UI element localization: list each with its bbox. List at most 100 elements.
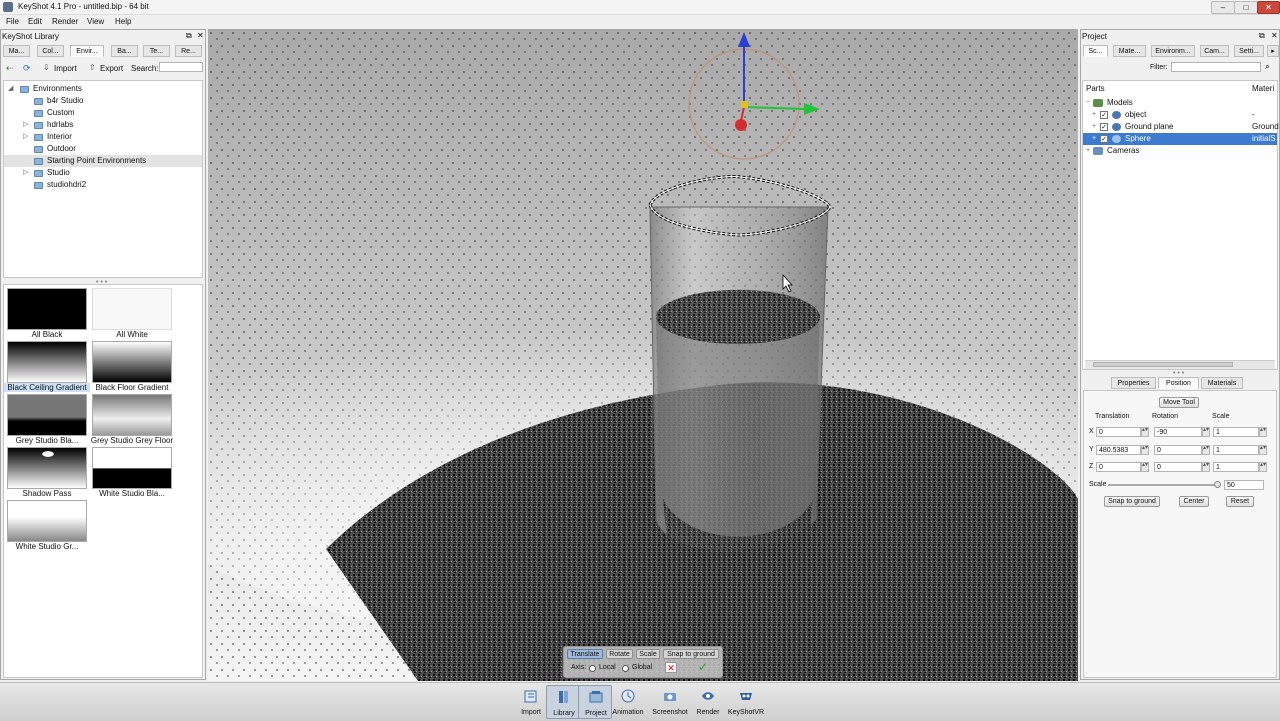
thumb-white-studio-grey[interactable]: [7, 500, 87, 542]
snap-to-ground-overlay-button[interactable]: Snap to ground: [663, 649, 719, 659]
thumb-all-white[interactable]: [92, 288, 172, 330]
tree-item-ground-plane[interactable]: + ✓ Ground plane Ground: [1083, 121, 1279, 133]
scale-x-spinner[interactable]: ▴▾: [1259, 427, 1267, 437]
menu-render[interactable]: Render: [52, 17, 78, 26]
tab-environments[interactable]: Envir...: [70, 45, 104, 57]
tab-properties[interactable]: Properties: [1111, 377, 1156, 389]
render-tool-button[interactable]: Render: [691, 685, 725, 719]
tree-item-object[interactable]: + ✓ object -: [1083, 109, 1277, 121]
snap-to-ground-button[interactable]: Snap to ground: [1104, 496, 1160, 507]
scale-z-input[interactable]: 1: [1213, 462, 1259, 472]
translation-x-input[interactable]: 0: [1096, 427, 1141, 437]
tree-item-b4r-studio[interactable]: b4r Studio: [4, 95, 202, 107]
confirm-check-icon[interactable]: ✓: [698, 661, 708, 673]
thumb-grey-studio-black[interactable]: [7, 394, 87, 436]
tree-item-interior[interactable]: ▷ Interior: [4, 131, 202, 143]
keyshotvr-tool-button[interactable]: KeyShotVR: [728, 685, 764, 719]
thumb-black-ceiling-gradient[interactable]: [7, 341, 87, 383]
tab-materials-sub[interactable]: Materials: [1201, 377, 1243, 389]
tab-scene[interactable]: Sc...: [1083, 45, 1108, 57]
thumb-white-studio-black[interactable]: [92, 447, 172, 489]
tree-item-cameras[interactable]: + Cameras: [1083, 145, 1277, 157]
cancel-icon[interactable]: ✕: [665, 662, 677, 673]
expand-icon[interactable]: ▷: [23, 119, 28, 131]
uniform-scale-input[interactable]: 50: [1224, 480, 1264, 490]
translation-z-spinner[interactable]: ▴▾: [1141, 462, 1149, 472]
tree-item-custom[interactable]: Custom: [4, 107, 202, 119]
splitter-handle[interactable]: • • •: [1173, 370, 1184, 377]
visibility-checkbox[interactable]: ✓: [1100, 111, 1108, 119]
rotation-z-spinner[interactable]: ▴▾: [1202, 462, 1210, 472]
expand-icon[interactable]: +: [1092, 133, 1096, 145]
tab-material[interactable]: Mate...: [1113, 45, 1146, 57]
float-icon[interactable]: ⧉: [186, 31, 192, 41]
tab-environment[interactable]: Environm...: [1151, 45, 1195, 57]
thumb-grey-studio-grey-floor[interactable]: [92, 394, 172, 436]
rotation-y-input[interactable]: 0: [1154, 445, 1202, 455]
tab-renderings[interactable]: Re...: [175, 45, 202, 57]
screenshot-tool-button[interactable]: Screenshot: [652, 685, 688, 719]
slider-handle[interactable]: [1214, 481, 1221, 488]
float-icon[interactable]: ⧉: [1259, 31, 1265, 41]
add-folder-icon[interactable]: ⇠: [6, 63, 16, 73]
scrollbar-thumb[interactable]: [1093, 362, 1233, 367]
tab-colors[interactable]: Col...: [37, 45, 64, 57]
tab-scroll-right[interactable]: ▸: [1267, 45, 1279, 57]
collapse-icon[interactable]: ◢: [8, 83, 13, 95]
rotation-x-spinner[interactable]: ▴▾: [1202, 427, 1210, 437]
expand-icon[interactable]: +: [1092, 109, 1096, 121]
tree-item-models[interactable]: − Models: [1083, 97, 1277, 109]
tab-backplates[interactable]: Ba...: [111, 45, 138, 57]
filter-input[interactable]: [1171, 62, 1261, 72]
rotate-button[interactable]: Rotate: [606, 649, 633, 659]
maximize-button[interactable]: □: [1234, 1, 1258, 14]
scale-x-input[interactable]: 1: [1213, 427, 1259, 437]
refresh-icon[interactable]: ⟳: [23, 63, 33, 73]
scale-y-spinner[interactable]: ▴▾: [1259, 445, 1267, 455]
reset-button[interactable]: Reset: [1226, 496, 1254, 507]
expand-icon[interactable]: +: [1086, 145, 1090, 157]
z-axis-handle-icon[interactable]: [735, 119, 747, 131]
animation-tool-button[interactable]: Animation: [611, 685, 645, 719]
tab-textures[interactable]: Te...: [143, 45, 170, 57]
close-panel-icon[interactable]: ✕: [197, 31, 204, 40]
uniform-scale-slider[interactable]: [1108, 484, 1216, 486]
menu-file[interactable]: File: [6, 17, 19, 26]
render-viewport[interactable]: [208, 29, 1078, 681]
tree-item-outdoor[interactable]: Outdoor: [4, 143, 202, 155]
translation-x-spinner[interactable]: ▴▾: [1141, 427, 1149, 437]
rotation-z-input[interactable]: 0: [1154, 462, 1202, 472]
menu-view[interactable]: View: [87, 17, 104, 26]
tab-materials[interactable]: Ma...: [3, 45, 30, 57]
collapse-icon[interactable]: −: [1086, 97, 1090, 109]
local-radio[interactable]: [589, 665, 596, 672]
center-button[interactable]: Center: [1179, 496, 1209, 507]
visibility-checkbox[interactable]: ✓: [1100, 123, 1108, 131]
tree-item-studio[interactable]: ▷ Studio: [4, 167, 202, 179]
tree-item-environments[interactable]: ◢ Environments: [4, 83, 202, 95]
scale-button[interactable]: Scale: [636, 649, 660, 659]
menu-help[interactable]: Help: [115, 17, 131, 26]
tree-item-hdrlabs[interactable]: ▷ hdrlabs: [4, 119, 202, 131]
search-input[interactable]: [159, 62, 203, 72]
export-button[interactable]: Export: [100, 64, 123, 73]
scale-z-spinner[interactable]: ▴▾: [1259, 462, 1267, 472]
tab-camera[interactable]: Cam...: [1200, 45, 1229, 57]
scale-y-input[interactable]: 1: [1213, 445, 1259, 455]
search-icon[interactable]: ⌕: [1265, 61, 1270, 72]
tab-settings[interactable]: Setti...: [1234, 45, 1264, 57]
import-button[interactable]: Import: [54, 64, 77, 73]
minimize-button[interactable]: –: [1211, 1, 1235, 14]
thumb-black-floor-gradient[interactable]: [92, 341, 172, 383]
thumb-all-black[interactable]: [7, 288, 87, 330]
menu-edit[interactable]: Edit: [28, 17, 42, 26]
move-tool-button[interactable]: Move Tool: [1159, 397, 1199, 408]
translation-z-input[interactable]: 0: [1096, 462, 1141, 472]
translate-button[interactable]: Translate: [567, 649, 603, 659]
expand-icon[interactable]: +: [1092, 121, 1096, 133]
expand-icon[interactable]: ▷: [23, 131, 28, 143]
translation-y-input[interactable]: 480.5383: [1096, 445, 1141, 455]
tree-item-studiohdri2[interactable]: studiohdri2: [4, 179, 202, 191]
global-radio[interactable]: [622, 665, 629, 672]
expand-icon[interactable]: ▷: [23, 167, 28, 179]
